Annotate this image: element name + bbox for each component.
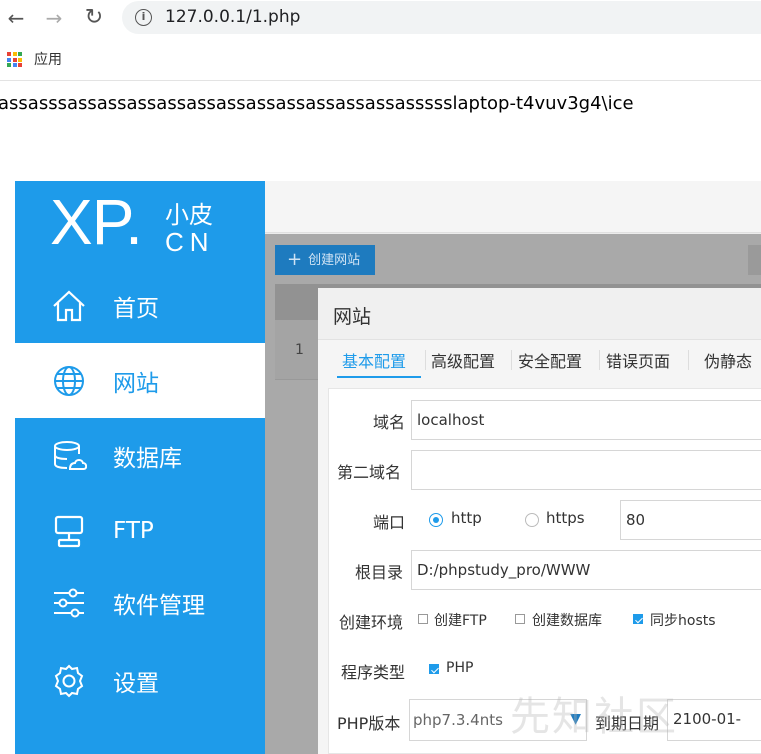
tab-security-config[interactable]: 安全配置 (518, 348, 582, 372)
program-type-label: 程序类型 (341, 663, 406, 682)
domain-label: 域名 (373, 413, 406, 432)
php-version-value: php7.3.4nts (413, 711, 503, 729)
http-radio-label: http (451, 509, 482, 527)
tab-error-pages[interactable]: 错误页面 (606, 348, 670, 372)
php-version-label: PHP版本 (337, 714, 401, 733)
plus-icon: + (287, 249, 303, 270)
sidebar-item-settings[interactable]: 设置 (15, 643, 265, 718)
expire-date-input[interactable]: 2100-01- (667, 699, 761, 741)
sidebar-item-label: 软件管理 (113, 592, 205, 619)
create-db-checkbox[interactable] (515, 614, 525, 624)
root-dir-label: 根目录 (355, 563, 404, 582)
bookmarks-divider (0, 80, 761, 81)
sidebar: XP. 小皮 CN 首页 网站 数据库 FTP 软件管理 设置 (15, 181, 265, 754)
create-ftp-checkbox[interactable] (418, 614, 428, 624)
tab-rewrite[interactable]: 伪静态 (704, 348, 752, 372)
watermark-text: 先知社区 (510, 694, 678, 740)
tab-separator (688, 350, 689, 370)
toolbar-corner-button[interactable] (748, 245, 761, 275)
row-number: 1 (295, 342, 304, 358)
database-icon (54, 440, 87, 470)
second-domain-input[interactable] (411, 450, 761, 490)
second-domain-label: 第二域名 (337, 463, 402, 482)
create-env-label: 创建环境 (339, 613, 404, 632)
logo-xp: XP. (50, 186, 143, 258)
create-website-label: 创建网站 (308, 253, 361, 268)
tab-separator (511, 350, 512, 370)
url-text[interactable]: 127.0.0.1/1.php (165, 7, 300, 27)
bookmarks-bar: 应用 (0, 44, 761, 76)
logo: XP. 小皮 CN (15, 181, 265, 266)
root-dir-input[interactable]: D:/phpstudy_pro/WWW (411, 550, 761, 590)
sidebar-item-home[interactable]: 首页 (15, 268, 265, 343)
logo-cn: CN (165, 227, 215, 257)
https-radio-label: https (546, 509, 585, 527)
port-label: 端口 (373, 513, 406, 532)
address-bar[interactable]: i 127.0.0.1/1.php (122, 1, 761, 34)
create-db-label: 创建数据库 (532, 613, 602, 629)
php-label: PHP (446, 660, 474, 676)
site-info-icon[interactable]: i (135, 9, 152, 26)
page-output-text: assasssassassassassassassassassassassass… (0, 93, 634, 114)
sidebar-item-label: FTP (113, 517, 154, 544)
apps-bookmark-label[interactable]: 应用 (34, 49, 62, 69)
ftp-icon (54, 515, 84, 547)
sync-hosts-checkbox[interactable] (633, 614, 643, 624)
sidebar-item-ftp[interactable]: FTP (15, 493, 265, 568)
https-radio[interactable] (525, 513, 539, 527)
create-website-button[interactable]: + 创建网站 (275, 245, 375, 275)
sync-hosts-label: 同步hosts (650, 613, 716, 629)
sidebar-item-database[interactable]: 数据库 (15, 418, 265, 493)
tab-separator (599, 350, 600, 370)
http-radio[interactable] (429, 513, 443, 527)
tab-advanced-config[interactable]: 高级配置 (431, 348, 495, 372)
forward-icon[interactable]: → (42, 6, 66, 30)
gear-icon (54, 664, 84, 697)
reload-icon[interactable]: ↻ (82, 6, 106, 30)
php-checkbox[interactable] (429, 664, 439, 674)
main-top-bar (265, 181, 761, 233)
sidebar-item-website[interactable]: 网站 (15, 343, 265, 418)
tab-basic-config[interactable]: 基本配置 (342, 348, 406, 372)
dialog-header: 网站 (318, 288, 761, 340)
sidebar-item-software[interactable]: 软件管理 (15, 565, 265, 640)
home-icon (53, 289, 85, 321)
logo-xiaopi: 小皮 (165, 201, 213, 229)
dialog-tabs: 基本配置 高级配置 安全配置 错误页面 伪静态 (318, 340, 761, 380)
active-tab-indicator (337, 376, 421, 378)
sidebar-item-label: 网站 (113, 370, 159, 397)
sidebar-item-label: 首页 (113, 295, 159, 322)
back-icon[interactable]: ← (4, 6, 28, 30)
sidebar-item-label: 设置 (113, 670, 159, 697)
dialog-title: 网站 (333, 306, 372, 328)
globe-icon (54, 365, 84, 396)
sidebar-item-label: 数据库 (113, 445, 182, 472)
sliders-icon (54, 588, 84, 617)
port-input[interactable]: 80 (620, 500, 761, 540)
tab-separator (425, 350, 426, 370)
domain-input[interactable]: localhost (411, 400, 761, 440)
browser-toolbar: ← → ↻ i 127.0.0.1/1.php (0, 0, 761, 36)
create-ftp-label: 创建FTP (434, 613, 487, 629)
apps-grid-icon[interactable] (7, 52, 22, 67)
